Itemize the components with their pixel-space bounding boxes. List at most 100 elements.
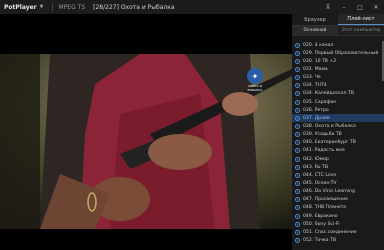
playlist-item-label: 038. Охота и Рыбалка [303,123,356,129]
playlist-item-label: 029. Первый Образовательный [303,50,379,56]
playlist-item-label: 036. Ретро [303,107,329,113]
playlist-item-label: 042. Юмор [303,156,329,162]
stream-icon [295,140,300,146]
playlist-item-label: 048. ТНВ Планета [303,205,347,211]
app-name: PotPlayer [4,3,37,11]
stream-icon [295,180,300,186]
playlist-item-label: 037. Драйв [303,115,330,121]
video-frame[interactable]: ✦ ОХОТА И РЫБАЛКА [0,54,292,229]
stream-icon [295,148,300,154]
playlist-item-label: 041. Радость моя [303,148,345,154]
playlist-item-label: 045. Ocean-TV [303,180,337,186]
stream-icon [295,213,300,219]
playlist-item-label: 035. Сарафан [303,99,337,105]
playlist-item[interactable]: 031. Мама [292,65,384,73]
stream-icon [295,91,300,97]
playlist-item-label: 031. Мама [303,66,328,72]
playlist-item-label: 046. Da Vinci Learning [303,189,355,195]
playlist-item-label: 039. Усадьба ТВ [303,132,342,138]
stream-icon [295,237,300,243]
playlist-item-label: 052. Точка ТВ [303,237,337,243]
playlist-item-label: 051. Спас.соединение [303,229,357,235]
stream-icon [295,156,300,162]
video-area[interactable]: ✦ ОХОТА И РЫБАЛКА [0,14,292,250]
stream-icon [295,172,300,178]
playlist-item-label: 034. Калейдоскоп ТВ [303,91,355,97]
playlist-item[interactable]: 039. Усадьба ТВ [292,131,384,139]
playlist-item[interactable]: 034. ТНТ4 [292,82,384,90]
playlist-item[interactable]: 029. Первый Образовательный [292,49,384,57]
playlist-item[interactable]: 043. Ru ТВ [292,163,384,171]
playlist-item[interactable]: 052. Точка ТВ [292,236,384,244]
playlist-item[interactable]: 020. 4 канал [292,41,384,49]
app-menu-button[interactable]: PotPlayer ▼ [0,0,44,14]
panel-tabs: Браузер Плей-лист [292,14,384,26]
playlist-item[interactable]: 042. Юмор [292,155,384,163]
stream-icon [295,229,300,235]
playlist-item-label: 033. Че [303,75,321,81]
playlist-item[interactable]: 033. Че [292,74,384,82]
tab-playlist[interactable]: Плей-лист [338,14,384,25]
playlist-item-label: 044. СТС Love [303,172,337,178]
playlist-item[interactable]: 030. 10 ТВ +2 [292,57,384,65]
playlist[interactable]: 020. 4 канал 029. Первый Образовательный 0… [292,39,384,250]
panel-subtabs: Основной Этот компьютер [292,26,384,36]
playlist-item-label: 030. 10 ТВ +2 [303,58,337,64]
stream-icon [295,75,300,81]
stream-icon [295,58,300,64]
divider [51,3,53,11]
playlist-item[interactable]: 040. Екатеринбург ТВ [292,139,384,147]
playlist-item-label: 049. Еврокино [303,213,338,219]
stream-icon [295,107,300,113]
chevron-down-icon: ▼ [39,4,44,10]
playlist-item[interactable]: 048. ТНВ Планета [292,204,384,212]
playlist-item[interactable]: 045. Ocean-TV [292,179,384,187]
stream-icon [295,50,300,56]
playlist-item[interactable]: 034. Калейдоскоп ТВ [292,90,384,98]
stream-icon [295,66,300,72]
close-icon[interactable]: ✕ [372,4,380,11]
logo-caption: ОХОТА И РЫБАЛКА [247,84,263,92]
stream-icon [295,42,300,48]
stream-icon [295,99,300,105]
title-bar: PotPlayer ▼ MPEG TS [28/227] Охота и Рыб… [0,0,384,14]
window-controls: ⊼ – □ ✕ [324,0,380,14]
playlist-item[interactable]: 049. Еврокино [292,212,384,220]
channel-logo: ✦ ОХОТА И РЫБАЛКА [245,68,265,96]
stream-icon [295,123,300,129]
stream-icon [295,189,300,195]
playlist-item[interactable]: 044. СТС Love [292,171,384,179]
playlist-item[interactable]: 036. Ретро [292,106,384,114]
playlist-panel: Браузер Плей-лист Основной Этот компьютер … [292,14,384,250]
stream-icon [295,205,300,211]
globe-icon: ✦ [247,68,263,84]
playlist-item-label: 040. Екатеринбург ТВ [303,140,356,146]
playlist-item-label: 020. 4 канал [303,42,334,48]
playlist-item-label: 043. Ru ТВ [303,164,329,170]
stream-icon [295,83,300,89]
format-label: MPEG TS [58,3,86,11]
playlist-item-label: 034. ТНТ4 [303,83,327,89]
playlist-item[interactable]: 047. Просвещение [292,196,384,204]
tab-browser[interactable]: Браузер [292,14,338,25]
stream-icon [295,197,300,203]
playlist-item-label: 047. Просвещение [303,197,348,203]
stream-icon [295,115,300,121]
subtab-this-computer[interactable]: Этот компьютер [338,26,384,35]
maximize-icon[interactable]: □ [356,4,364,11]
stream-icon [295,132,300,138]
playlist-item[interactable]: 038. Охота и Рыбалка [292,122,384,130]
playlist-item[interactable]: 041. Радость моя [292,147,384,155]
playlist-item-label: 050. Sony Sci-Fi [303,221,340,227]
playlist-item[interactable]: 035. Сарафан [292,98,384,106]
playlist-item[interactable]: 037. Драйв [292,114,384,123]
playlist-item[interactable]: 050. Sony Sci-Fi [292,220,384,228]
pin-icon[interactable]: ⊼ [324,4,332,11]
minimize-icon[interactable]: – [340,4,348,11]
now-playing-title: [28/227] Охота и Рыбалка [93,3,175,11]
playlist-item[interactable]: 051. Спас.соединение [292,228,384,236]
stream-icon [295,164,300,170]
subtab-main[interactable]: Основной [292,26,338,35]
stream-icon [295,221,300,227]
playlist-item[interactable]: 046. Da Vinci Learning [292,188,384,196]
